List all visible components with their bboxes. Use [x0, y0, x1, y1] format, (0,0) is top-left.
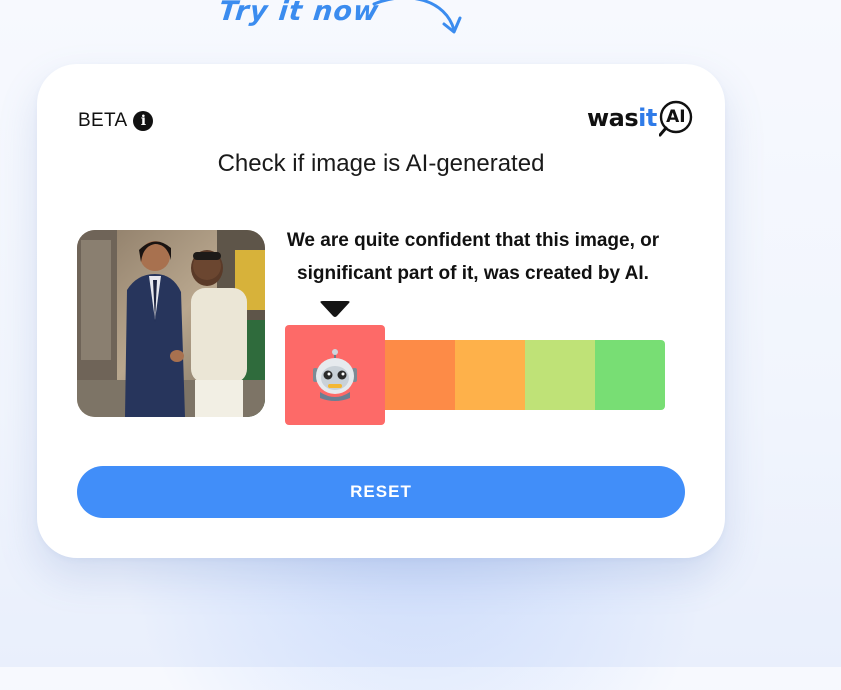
uploaded-image-thumbnail — [77, 230, 265, 417]
curved-arrow-icon — [372, 0, 462, 34]
logo-ai-text: AI — [666, 107, 686, 127]
result-line-1: We are quite confident that this image, … — [286, 230, 660, 251]
meter-segment-5 — [595, 340, 665, 410]
meter-segment-4 — [525, 340, 595, 410]
meter-segment-2 — [385, 340, 455, 410]
pointer-triangle-icon — [320, 301, 350, 317]
logo-was-text: was — [587, 104, 639, 132]
result-message: We are quite confident that this image, … — [273, 224, 673, 290]
wasitai-logo[interactable]: was it AI — [587, 100, 695, 137]
reset-button[interactable]: RESET — [77, 466, 685, 518]
meter-segment-3 — [455, 340, 525, 410]
robot-icon — [313, 349, 357, 401]
try-it-now-label: Try it now — [217, 0, 381, 27]
ai-check-card: BETA i was it AI Check if image is AI-ge… — [37, 64, 725, 558]
page-title: Check if image is AI-generated — [217, 150, 545, 177]
result-line-2: significant part of it, was created by A… — [297, 263, 649, 284]
info-icon[interactable]: i — [133, 111, 154, 131]
beta-label: BETA — [78, 110, 128, 131]
confidence-meter — [285, 301, 665, 425]
magnifier-icon: AI — [658, 100, 695, 137]
logo-it-text: it — [638, 104, 657, 132]
meter-segment-selected — [285, 301, 385, 425]
beta-badge: BETA i — [78, 110, 154, 132]
